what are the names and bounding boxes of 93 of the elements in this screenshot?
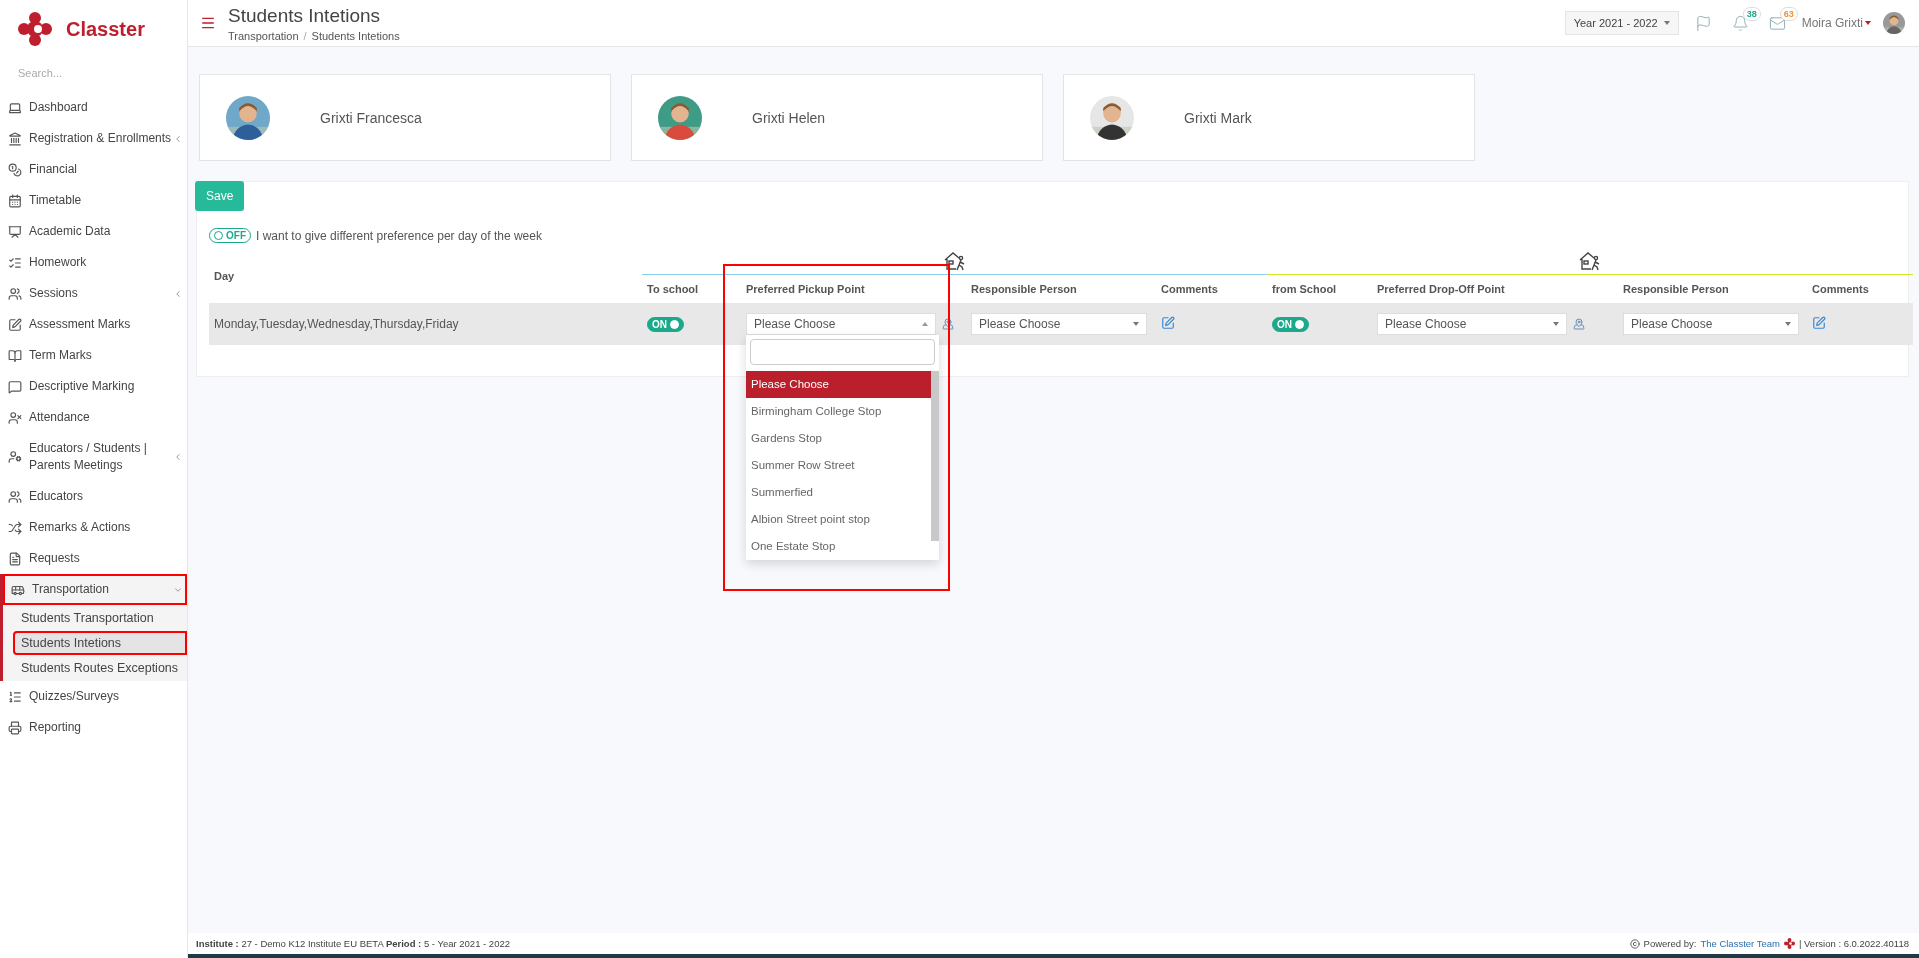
user-gear-icon — [8, 450, 22, 464]
speech-bubble-icon — [8, 379, 22, 394]
submenu-item[interactable]: Students Routes Exceptions — [13, 656, 187, 680]
breadcrumb-item: Students Intetions — [311, 29, 400, 42]
book-icon — [8, 348, 22, 363]
sidebar-item[interactable]: Homework — [0, 247, 187, 278]
bank-icon — [8, 131, 22, 146]
edit-icon[interactable] — [1812, 315, 1826, 330]
student-card[interactable]: Grixti Francesca — [199, 74, 611, 161]
chevron-left-icon — [173, 288, 183, 299]
house-person-icon — [1578, 251, 1602, 271]
printer-icon — [8, 720, 22, 735]
select-field[interactable]: Please Choose — [746, 313, 936, 335]
edit-icon[interactable] — [1161, 315, 1175, 330]
sidebar-item[interactable]: Remarks & Actions — [0, 512, 187, 543]
year-select[interactable]: Year 2021 - 2022 — [1564, 11, 1679, 35]
column-header: Comments — [1812, 283, 1869, 295]
page-title: Students Intetions — [228, 4, 382, 27]
shuffle-icon — [8, 520, 22, 535]
sidebar-item[interactable]: Educators — [0, 481, 187, 512]
student-name: Grixti Francesca — [320, 109, 422, 126]
preference-label: I want to give different preference per day of the week — [256, 228, 542, 243]
breadcrumb-item[interactable]: Transportation — [228, 29, 299, 42]
chevron-left-icon — [173, 452, 183, 462]
list-icon — [8, 689, 22, 704]
presentation-icon — [8, 224, 22, 239]
count-badge: 38 — [1742, 6, 1761, 21]
sidebar-item[interactable]: Academic Data — [0, 216, 187, 247]
search-field[interactable]: Search... — [16, 66, 170, 80]
house-person-icon — [942, 251, 967, 271]
chevron-left-icon — [173, 133, 183, 144]
dropdown-search-field[interactable] — [750, 339, 935, 365]
breadcrumb-separator: / — [303, 29, 307, 42]
select-field[interactable]: Please Choose — [971, 313, 1147, 335]
logo-icon — [1783, 938, 1795, 949]
sidebar-item[interactable]: Educators / Students | Parents Meetings — [0, 433, 187, 481]
column-header: Responsible Person — [971, 283, 1077, 295]
sidebar-item[interactable]: Registration & Enrollments — [0, 123, 187, 154]
sidebar-item[interactable]: Dashboard — [0, 92, 187, 123]
brand-name: Classter — [66, 17, 145, 41]
count-badge: 63 — [1779, 6, 1798, 21]
sidebar-item[interactable]: Requests — [0, 543, 187, 574]
version-label: | Version : 6.0.2022.40118 — [1798, 938, 1909, 949]
user-name[interactable]: Moira Grixti — [1801, 16, 1863, 30]
mail-icon[interactable] — [1768, 14, 1786, 32]
column-header: Responsible Person — [1623, 283, 1729, 295]
sidebar-item[interactable]: Financial — [0, 154, 187, 185]
sidebar-item[interactable]: Assessment Marks — [0, 309, 187, 340]
map-icon[interactable] — [942, 318, 954, 330]
dropdown-option[interactable]: One Estate Stop — [746, 533, 931, 560]
document-icon — [8, 551, 22, 566]
calendar-icon — [8, 193, 22, 208]
users-icon — [8, 489, 22, 504]
column-header: Preferred Drop-Off Point — [1377, 283, 1505, 295]
student-card[interactable]: Grixti Mark — [1063, 74, 1475, 161]
column-header: Preferred Pickup Point — [746, 283, 865, 295]
sidebar-item[interactable]: Attendance — [0, 402, 187, 433]
menu-icon[interactable] — [200, 15, 216, 31]
laptop-icon — [8, 100, 22, 115]
submenu-item[interactable]: Students Transportation — [13, 606, 187, 630]
checklist-icon — [8, 255, 22, 270]
column-header: from School — [1272, 283, 1337, 295]
column-header: Day — [214, 270, 235, 282]
sidebar-item[interactable]: Reporting — [0, 712, 187, 743]
copyright-icon — [1629, 938, 1640, 949]
sidebar-item[interactable]: Sessions — [0, 278, 187, 309]
team-link[interactable]: The Classter Team — [1700, 938, 1780, 949]
column-header: To school — [647, 283, 699, 295]
student-name: Grixti Mark — [1184, 109, 1252, 126]
submenu-item[interactable]: Students Intetions — [13, 631, 187, 655]
logo-icon — [18, 12, 52, 46]
users-icon — [8, 286, 22, 301]
sidebar-item[interactable]: Term Marks — [0, 340, 187, 371]
pencil-square-icon — [8, 317, 22, 332]
dropdown-option[interactable]: Please Choose — [746, 371, 931, 398]
powered-by-label: Powered by: — [1643, 938, 1697, 949]
flag-icon[interactable] — [1694, 14, 1712, 32]
footer-info: Institute : 27 - Demo K12 Institute EU BETA Period : 5 - Year 2021 - 2022 — [196, 938, 510, 949]
sidebar-item[interactable]: Descriptive Marking — [0, 371, 187, 402]
select-field[interactable]: Please Choose — [1377, 313, 1567, 335]
bell-icon[interactable] — [1731, 14, 1749, 32]
select-field[interactable]: Please Choose — [1623, 313, 1799, 335]
map-icon[interactable] — [1573, 318, 1585, 330]
coins-icon — [8, 162, 22, 177]
sidebar-item[interactable]: Timetable — [0, 185, 187, 216]
scrollbar[interactable] — [931, 371, 939, 541]
day-cell: Monday,Tuesday,Wednesday,Thursday,Friday — [214, 317, 459, 331]
sidebar-item[interactable]: Transportation — [3, 574, 187, 605]
student-card[interactable]: Grixti Helen — [631, 74, 1043, 161]
sidebar-item[interactable]: Quizzes/Surveys — [0, 681, 187, 712]
user-x-icon — [8, 410, 22, 425]
student-name: Grixti Helen — [752, 109, 826, 126]
column-header: Comments — [1161, 283, 1218, 295]
